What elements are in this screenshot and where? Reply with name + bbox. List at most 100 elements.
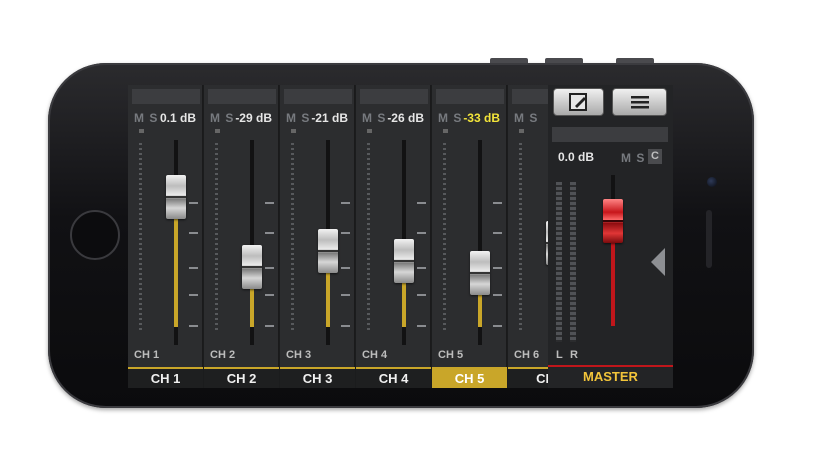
fader-knob[interactable] <box>166 175 186 220</box>
master-left-label: L <box>556 349 563 361</box>
home-button <box>70 210 120 260</box>
fader-scale-tick <box>189 201 198 204</box>
channel-meter-scale <box>291 143 294 333</box>
master-meter-display <box>552 127 668 142</box>
master-right-label: R <box>570 349 578 361</box>
mute-solo-buttons[interactable]: M S <box>514 111 538 125</box>
channel-db-value: 0.1 dB <box>159 111 196 125</box>
mute-solo-buttons[interactable]: M S <box>438 111 462 125</box>
master-meter-right <box>570 182 576 342</box>
channel-name-label: CH 3 <box>286 349 312 361</box>
master-meter-left <box>556 182 562 342</box>
channel-meter-scale <box>139 143 142 333</box>
master-c-button[interactable]: C <box>648 149 662 164</box>
channel-select-button[interactable]: CH 4 <box>356 367 431 388</box>
fader-scale-tick <box>341 293 350 296</box>
mute-solo-buttons[interactable]: M S <box>210 111 234 125</box>
collapse-arrow-icon[interactable] <box>651 248 665 276</box>
master-fader-knob[interactable] <box>603 199 623 243</box>
channel-strip-3: M S -21 dB CH 3 CH 3 <box>280 85 355 388</box>
fader-knob[interactable] <box>242 245 262 290</box>
channel-strip-4: M S -26 dB CH 4 CH 4 <box>356 85 431 388</box>
fader-scale-tick <box>265 293 274 296</box>
fader-scale-tick <box>341 232 350 235</box>
pan-indicator <box>367 129 372 133</box>
pan-indicator <box>291 129 296 133</box>
fader-level <box>402 282 406 327</box>
fader-scale-tick <box>265 201 274 204</box>
front-camera <box>707 177 717 187</box>
channel-strip-5: M S -33 dB CH 5 CH 5 <box>432 85 507 388</box>
menu-icon <box>630 96 649 109</box>
fader-scale-tick <box>493 201 502 204</box>
master-strip: 0.0 dB M S C L R MASTER <box>548 85 673 388</box>
fader-scale-tick <box>493 232 502 235</box>
volume-up-button <box>490 58 528 63</box>
pan-indicator <box>519 129 524 133</box>
fader-level <box>478 295 482 327</box>
fader-scale-tick <box>341 201 350 204</box>
channel-meter-display <box>436 89 504 104</box>
fader-scale-tick <box>417 267 426 270</box>
earpiece-speaker <box>706 210 712 268</box>
fader-scale-tick <box>189 232 198 235</box>
fader-knob[interactable] <box>470 251 490 296</box>
channel-select-button[interactable]: CH 5 <box>432 367 507 388</box>
fader-scale-tick <box>265 232 274 235</box>
power-button <box>616 58 654 63</box>
fader-scale-tick <box>417 324 426 327</box>
master-db-value: 0.0 dB <box>558 150 595 164</box>
fader-scale-tick <box>265 324 274 327</box>
fader-knob[interactable] <box>318 228 338 273</box>
channel-name-label: CH 4 <box>362 349 388 361</box>
fader-scale-tick <box>265 267 274 270</box>
channel-meter-display <box>360 89 428 104</box>
master-mute-solo[interactable]: M S <box>621 151 645 165</box>
fader-scale-tick <box>189 293 198 296</box>
fader-scale-tick <box>493 293 502 296</box>
pan-indicator <box>443 129 448 133</box>
mute-solo-buttons[interactable]: M S <box>286 111 310 125</box>
channel-strip-2: M S -29 dB CH 2 CH 2 <box>204 85 279 388</box>
mixer-screen: M S 0.1 dB CH 1 CH 1 M S -29 dB CH 2 CH … <box>128 85 673 388</box>
master-fader-level <box>611 243 615 326</box>
fader-level <box>250 289 254 327</box>
channel-name-label: CH 1 <box>134 349 160 361</box>
fader-level <box>174 219 178 327</box>
channel-meter-display <box>132 89 200 104</box>
menu-button[interactable] <box>612 88 667 116</box>
channel-meter-scale <box>443 143 446 333</box>
fader-scale-tick <box>493 324 502 327</box>
master-select-button[interactable]: MASTER <box>548 365 673 388</box>
fader-scale-tick <box>341 267 350 270</box>
fader-scale-tick <box>341 324 350 327</box>
channel-meter-display <box>284 89 352 104</box>
fader-scale-tick <box>417 232 426 235</box>
fader-scale-tick <box>189 267 198 270</box>
edit-icon <box>568 93 587 111</box>
channel-db-value: -26 dB <box>387 111 424 125</box>
channel-db-value: -21 dB <box>311 111 348 125</box>
edit-button[interactable] <box>553 88 604 116</box>
channel-db-value: -33 dB <box>463 111 500 125</box>
fader-scale-tick <box>493 267 502 270</box>
pan-indicator <box>215 129 220 133</box>
mute-solo-buttons[interactable]: M S <box>134 111 158 125</box>
channel-select-button[interactable]: CH 3 <box>280 367 355 388</box>
channel-select-button[interactable]: CH 1 <box>128 367 203 388</box>
channel-strip-1: M S 0.1 dB CH 1 CH 1 <box>128 85 203 388</box>
fader-scale-tick <box>189 324 198 327</box>
fader-knob[interactable] <box>394 238 414 283</box>
channel-meter-display <box>208 89 276 104</box>
channel-db-value: -29 dB <box>235 111 272 125</box>
channel-select-button[interactable]: CH 2 <box>204 367 279 388</box>
channel-name-label: CH 5 <box>438 349 464 361</box>
fader-scale-tick <box>417 201 426 204</box>
channel-meter-scale <box>215 143 218 333</box>
channel-meter-scale <box>519 143 522 333</box>
fader-scale-tick <box>417 293 426 296</box>
channel-name-label: CH 2 <box>210 349 236 361</box>
channel-name-label: CH 6 <box>514 349 540 361</box>
channel-meter-scale <box>367 143 370 333</box>
mute-solo-buttons[interactable]: M S <box>362 111 386 125</box>
